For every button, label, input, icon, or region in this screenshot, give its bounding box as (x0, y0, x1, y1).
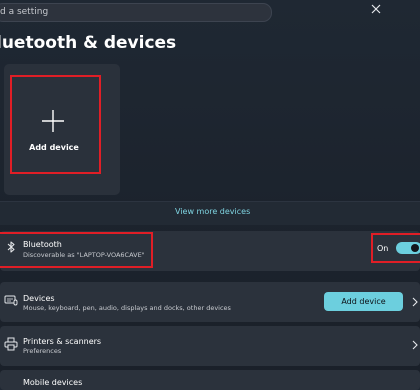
add-device-button[interactable]: Add device (324, 292, 403, 311)
view-more-devices-link[interactable]: View more devices (175, 207, 250, 216)
highlight-box (371, 233, 420, 263)
close-icon[interactable] (370, 3, 382, 15)
printers-row[interactable] (0, 326, 420, 366)
printers-subtitle: Preferences (23, 347, 62, 355)
printers-title: Printers & scanners (23, 337, 102, 346)
devices-subtitle: Mouse, keyboard, pen, audio, displays an… (23, 304, 231, 312)
keyboard-mouse-icon (4, 295, 18, 306)
mobile-devices-title: Mobile devices (23, 378, 83, 387)
highlight-box (10, 75, 101, 174)
search-placeholder: d a setting (0, 7, 49, 17)
page-title: luetooth & devices (0, 33, 177, 53)
search-field[interactable]: d a setting (0, 3, 272, 22)
chevron-right-icon[interactable] (411, 340, 419, 350)
highlight-box (0, 232, 153, 268)
printer-icon (4, 337, 18, 351)
devices-title: Devices (23, 294, 55, 303)
chevron-right-icon[interactable] (411, 297, 419, 307)
